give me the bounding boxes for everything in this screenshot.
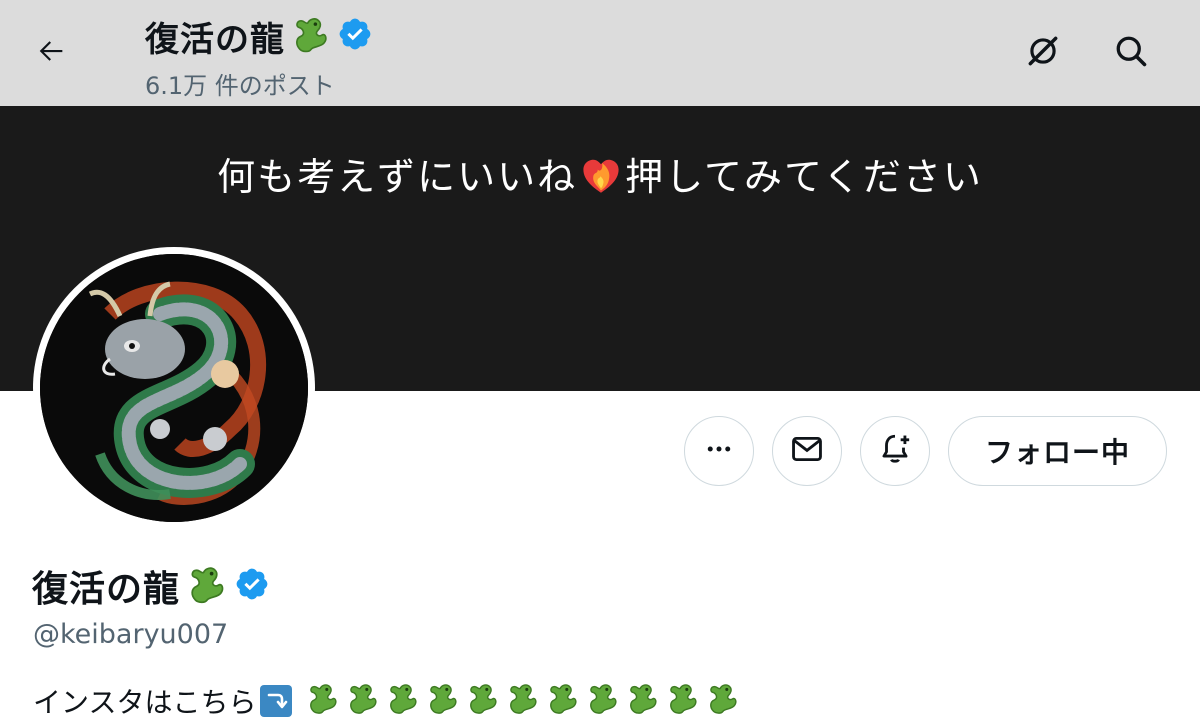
dragon-emoji-icon [664,679,702,724]
dragon-emoji-icon [544,679,582,724]
dragon-emoji-icon [424,679,462,724]
header-title: 復活の龍 [145,19,285,60]
message-button[interactable] [772,416,842,486]
following-button[interactable]: フォロー中 [948,416,1167,486]
banner-text: 何も考えずにいいね 押してみてください [0,146,1200,201]
header-title-row: 復活の龍 [145,12,373,60]
envelope-icon [790,432,824,470]
post-count: 6.1万 件のポスト [145,72,335,100]
avatar-image [40,254,308,522]
dragon-emoji-icon [304,679,342,724]
profile-bio: インスタはこちら [33,678,742,724]
dragon-emoji-icon [384,679,422,724]
verified-badge-icon[interactable] [234,566,270,606]
dragon-emoji-icon [184,561,230,611]
back-button[interactable] [28,30,74,76]
dragon-emoji-icon [344,679,382,724]
dragon-emoji-row [304,679,742,724]
dragon-artwork [40,254,308,522]
dragon-emoji-icon [464,679,502,724]
search-button[interactable] [1108,30,1154,76]
search-icon [1113,33,1149,73]
profile-name: 復活の龍 [32,569,181,610]
top-header: 復活の龍 6.1万 件のポスト [0,0,1200,106]
bio-text: インスタはこちら [33,686,257,719]
grok-icon [1024,32,1062,74]
dragon-emoji-icon [289,12,333,60]
back-arrow-icon [34,34,68,72]
profile-avatar[interactable] [33,247,315,529]
dragon-emoji-icon [704,679,742,724]
dragon-emoji-icon [584,679,622,724]
bell-plus-icon [878,432,912,470]
notification-button[interactable] [860,416,930,486]
verified-badge-icon [337,16,373,56]
grok-button[interactable] [1020,30,1066,76]
profile-name-row: 復活の龍 [32,560,270,612]
dragon-emoji-icon [504,679,542,724]
profile-handle: @keibaryu007 [33,619,229,650]
heart-on-fire-icon [579,152,623,196]
more-button[interactable] [684,416,754,486]
more-dots-icon [704,434,734,468]
banner-text-after: 押してみてください [625,155,983,199]
profile-page: 復活の龍 6.1万 件のポスト 何も考えずにいいね 押してみてください フォロー… [0,0,1200,725]
banner-text-before: 何も考えずにいいね [217,155,578,199]
right-arrow-curving-down-icon [260,685,293,717]
dragon-emoji-icon [624,679,662,724]
